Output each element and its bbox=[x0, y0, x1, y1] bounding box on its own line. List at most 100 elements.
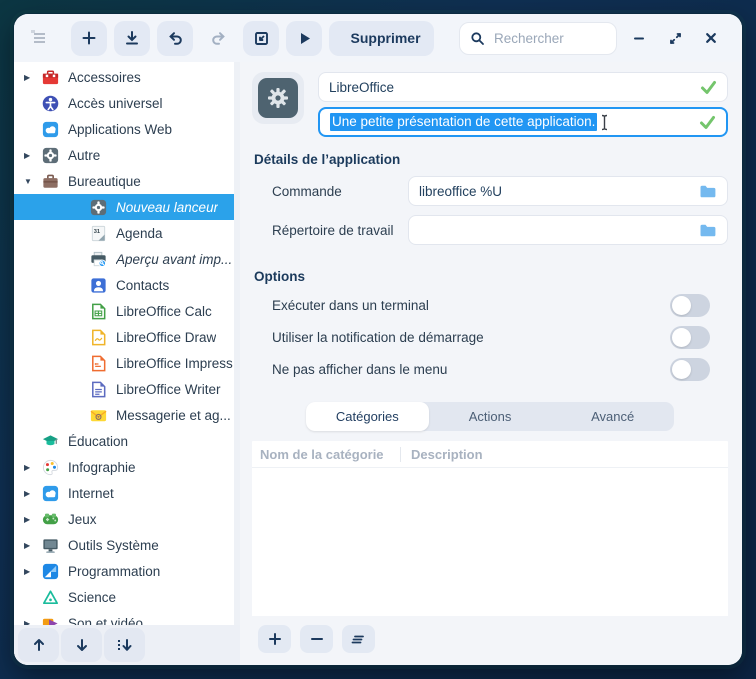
category-sidebar: ▶Accessoires Accès universel Applications … bbox=[14, 62, 240, 665]
sidebar-item-label: Jeux bbox=[68, 512, 97, 527]
revert-button[interactable] bbox=[243, 21, 279, 56]
browse-command-folder-icon[interactable] bbox=[699, 184, 717, 199]
category-actions bbox=[252, 616, 728, 653]
window-controls bbox=[624, 23, 726, 53]
sidebar-item-libreoffice-calc[interactable]: LibreOffice Calc bbox=[14, 298, 240, 324]
maximize-button[interactable] bbox=[660, 23, 690, 53]
sidebar-item-contacts[interactable]: Contacts bbox=[14, 272, 240, 298]
toggle-executer-dans-un-terminal[interactable] bbox=[670, 294, 710, 317]
expander-collapsed-icon[interactable]: ▶ bbox=[22, 541, 40, 550]
expander-collapsed-icon[interactable]: ▶ bbox=[22, 567, 40, 576]
search-input[interactable] bbox=[492, 30, 606, 47]
sidebar-item-messagerie-et-ag[interactable]: Messagerie et ag... bbox=[14, 402, 240, 428]
sidebar-item-programmation[interactable]: ▶ Programmation bbox=[14, 558, 240, 584]
categories-table-body[interactable] bbox=[252, 468, 728, 616]
gear-icon bbox=[258, 78, 298, 118]
web-apps-icon bbox=[40, 119, 60, 139]
sidebar-item-label: Agenda bbox=[116, 226, 163, 241]
sidebar-item-label: Internet bbox=[68, 486, 114, 501]
toggle-ne-pas-afficher-dans-le-menu[interactable] bbox=[670, 358, 710, 381]
workdir-input[interactable] bbox=[408, 215, 728, 245]
science-icon bbox=[40, 587, 60, 607]
option-label: Exécuter dans un terminal bbox=[272, 298, 429, 313]
sidebar-item-autre[interactable]: ▶Autre bbox=[14, 142, 240, 168]
undo-button[interactable] bbox=[157, 21, 193, 56]
toolbar: Supprimer bbox=[14, 14, 742, 62]
description-input[interactable]: Une petite présentation de cette applica… bbox=[318, 107, 728, 137]
toggle-utiliser-la-notification-de-demarrage[interactable] bbox=[670, 326, 710, 349]
sidebar-tree: ▶Accessoires Accès universel Applications … bbox=[14, 62, 240, 625]
sidebar-item-applications-web[interactable]: Applications Web bbox=[14, 116, 240, 142]
sidebar-item-label: Outils Système bbox=[68, 538, 159, 553]
sidebar-item-science[interactable]: Science bbox=[14, 584, 240, 610]
sidebar-item-apercu-avant-imp[interactable]: Aperçu avant imp... bbox=[14, 246, 240, 272]
sidebar-item-agenda[interactable]: 31 Agenda bbox=[14, 220, 240, 246]
tab-avance[interactable]: Avancé bbox=[551, 402, 674, 431]
menu-editor-window: Supprimer ▶Accessoires Accès universel App… bbox=[14, 14, 742, 665]
sidebar-item-libreoffice-draw[interactable]: LibreOffice Draw bbox=[14, 324, 240, 350]
expander-collapsed-icon[interactable]: ▶ bbox=[22, 515, 40, 524]
options-section-title: Options bbox=[254, 269, 728, 284]
remove-category-button[interactable] bbox=[300, 625, 333, 653]
launcher-icon-button[interactable] bbox=[252, 72, 304, 124]
sidebar-item-bureautique[interactable]: ▼ Bureautique bbox=[14, 168, 240, 194]
sidebar-item-label: Contacts bbox=[116, 278, 169, 293]
sidebar-item-libreoffice-impress[interactable]: LibreOffice Impress bbox=[14, 350, 240, 376]
launcher-editor-panel: LibreOffice Une petite présentation de c… bbox=[240, 62, 742, 665]
sidebar-item-education[interactable]: Éducation bbox=[14, 428, 240, 454]
sidebar-item-outils-systeme[interactable]: ▶ Outils Système bbox=[14, 532, 240, 558]
expander-expanded-icon[interactable]: ▼ bbox=[22, 177, 40, 186]
sidebar-item-label: Aperçu avant imp... bbox=[116, 252, 232, 267]
description-selected-text: Une petite présentation de cette applica… bbox=[330, 113, 597, 131]
name-valid-check-icon bbox=[700, 80, 717, 95]
svg-text:31: 31 bbox=[93, 229, 99, 235]
tab-actions[interactable]: Actions bbox=[429, 402, 552, 431]
sidebar-item-label: Bureautique bbox=[68, 174, 141, 189]
calendar-icon: 31 bbox=[88, 223, 108, 243]
browse-workdir-folder-icon[interactable] bbox=[699, 223, 717, 238]
save-button[interactable] bbox=[114, 21, 150, 56]
sidebar-item-infographie[interactable]: ▶ Infographie bbox=[14, 454, 240, 480]
redo-button[interactable] bbox=[200, 21, 236, 56]
command-input[interactable]: libreoffice %U bbox=[408, 176, 728, 206]
move-down-button[interactable] bbox=[61, 628, 102, 662]
sidebar-item-label: Programmation bbox=[68, 564, 160, 579]
expander-collapsed-icon[interactable]: ▶ bbox=[22, 151, 40, 160]
option-label: Ne pas afficher dans le menu bbox=[272, 362, 447, 377]
sidebar-item-libreoffice-writer[interactable]: LibreOffice Writer bbox=[14, 376, 240, 402]
clear-categories-button[interactable] bbox=[342, 625, 375, 653]
sidebar-item-nouveau-lanceur[interactable]: Nouveau lanceur bbox=[14, 194, 240, 220]
tab-categories[interactable]: Catégories bbox=[306, 402, 429, 431]
sidebar-item-label: Accès universel bbox=[68, 96, 163, 111]
games-icon bbox=[40, 509, 60, 529]
sidebar-item-label: Infographie bbox=[68, 460, 136, 475]
sidebar-item-label: LibreOffice Draw bbox=[116, 330, 216, 345]
expander-collapsed-icon[interactable]: ▶ bbox=[22, 489, 40, 498]
search-box[interactable] bbox=[459, 22, 617, 55]
sidebar-scrollbar[interactable] bbox=[234, 62, 240, 625]
details-section-title: Détails de l’application bbox=[254, 152, 728, 167]
sidebar-item-accessoires[interactable]: ▶Accessoires bbox=[14, 64, 240, 90]
name-input[interactable]: LibreOffice bbox=[318, 72, 728, 102]
sidebar-item-acces-universel[interactable]: Accès universel bbox=[14, 90, 240, 116]
education-icon bbox=[40, 431, 60, 451]
add-category-button[interactable] bbox=[258, 625, 291, 653]
expander-collapsed-icon[interactable]: ▶ bbox=[22, 463, 40, 472]
sidebar-item-label: LibreOffice Calc bbox=[116, 304, 212, 319]
sidebar-item-label: Éducation bbox=[68, 434, 128, 449]
expander-collapsed-icon[interactable]: ▶ bbox=[22, 73, 40, 82]
add-launcher-button[interactable] bbox=[71, 21, 107, 56]
move-up-button[interactable] bbox=[18, 628, 59, 662]
minimize-button[interactable] bbox=[624, 23, 654, 53]
sidebar-item-label: Nouveau lanceur bbox=[116, 200, 218, 215]
sidebar-item-son-et-video[interactable]: ▶Son et vidéo bbox=[14, 610, 240, 625]
sidebar-item-jeux[interactable]: ▶ Jeux bbox=[14, 506, 240, 532]
workdir-label: Répertoire de travail bbox=[272, 223, 408, 238]
delete-button[interactable]: Supprimer bbox=[329, 21, 434, 56]
close-button[interactable] bbox=[696, 23, 726, 53]
execute-button[interactable] bbox=[286, 21, 322, 56]
categories-table-header: Nom de la catégorie Description bbox=[252, 441, 728, 468]
sidebar-item-internet[interactable]: ▶ Internet bbox=[14, 480, 240, 506]
sort-descending-button[interactable] bbox=[104, 628, 145, 662]
other-icon bbox=[40, 145, 60, 165]
